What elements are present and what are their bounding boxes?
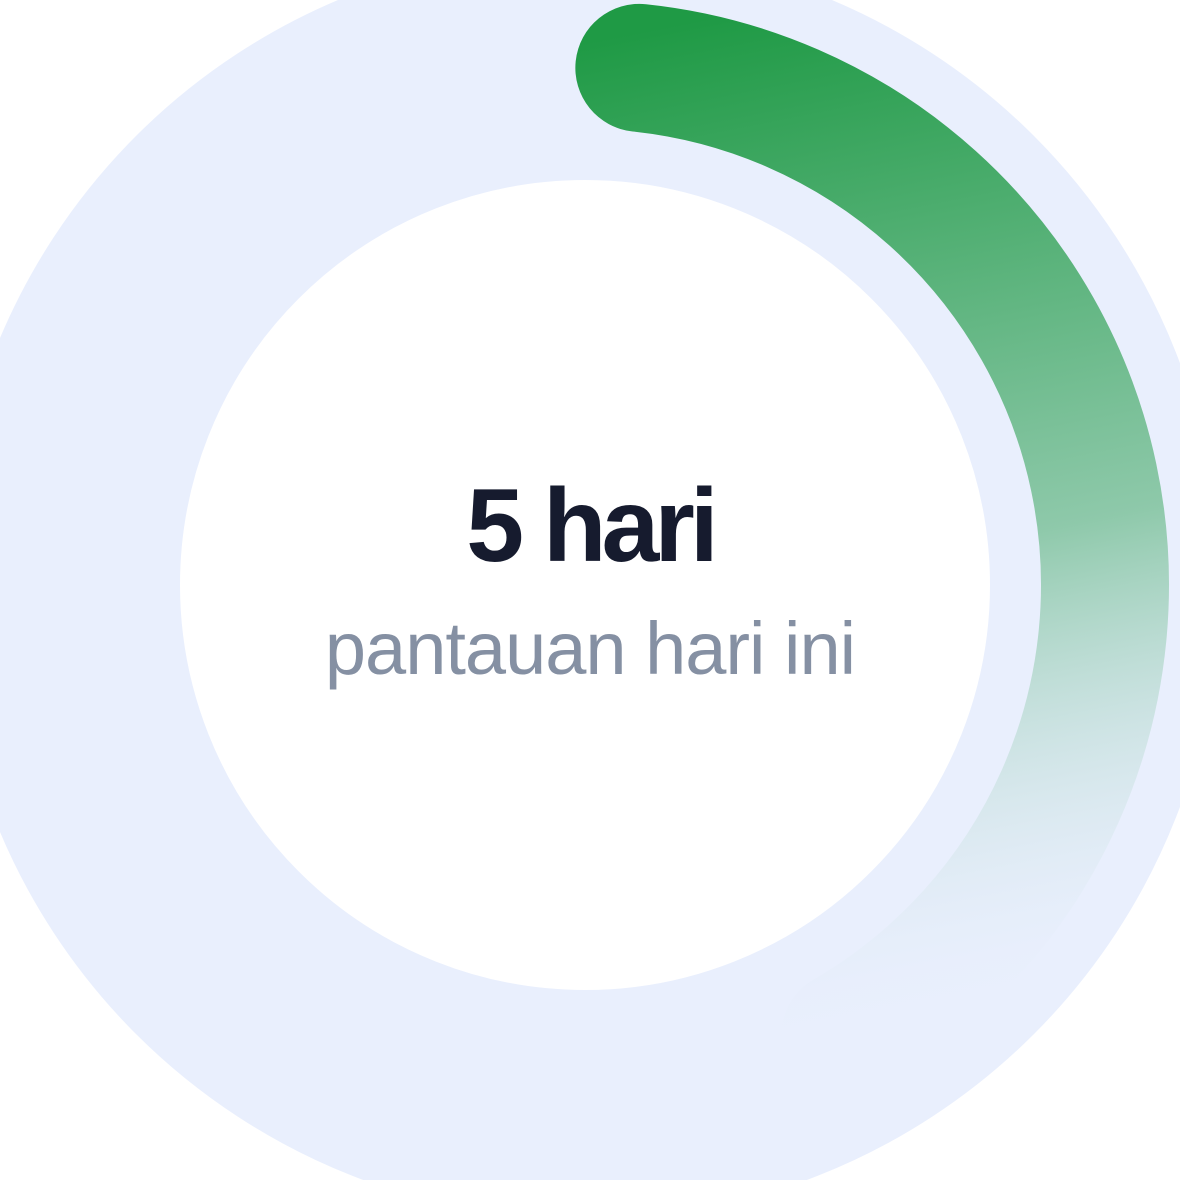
ring-center-label: 5 hari pantauan hari ini — [0, 0, 1180, 1180]
progress-ring-widget: 5 hari pantauan hari ini — [0, 0, 1180, 1180]
monitoring-caption: pantauan hari ini — [324, 607, 856, 690]
monitoring-days-value: 5 hari — [466, 468, 718, 584]
